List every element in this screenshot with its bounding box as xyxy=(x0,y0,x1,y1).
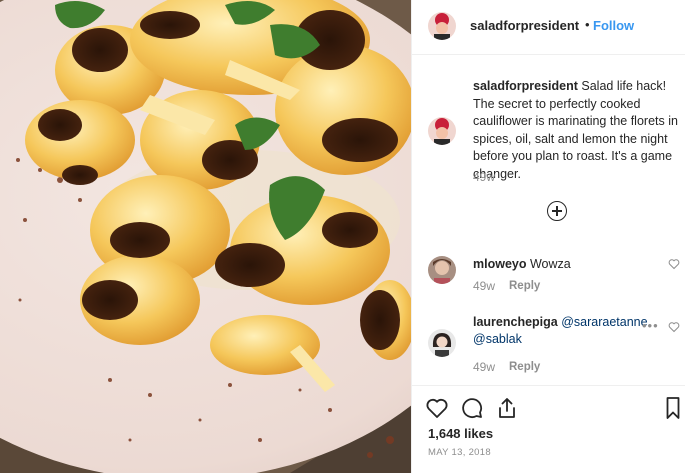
caption-username[interactable]: saladforpresident xyxy=(473,79,578,93)
comment-time[interactable]: 49w xyxy=(473,279,495,293)
reply-button[interactable]: Reply xyxy=(509,361,540,373)
heart-icon[interactable] xyxy=(425,396,449,420)
more-options-icon[interactable]: ••• xyxy=(642,318,659,333)
post-side-panel: saladforpresident • Follow saladforpresi… xyxy=(411,0,685,473)
caption-avatar[interactable] xyxy=(428,117,456,145)
comment-text: laurenchepiga @sararaetanne @sablak xyxy=(473,314,663,348)
author-username[interactable]: saladforpresident xyxy=(470,18,579,33)
comment-icon[interactable] xyxy=(460,396,484,420)
mention-link[interactable]: @sararaetanne xyxy=(561,315,647,329)
commenter-avatar[interactable] xyxy=(428,256,456,284)
comment-username[interactable]: laurenchepiga xyxy=(473,315,558,329)
follow-button[interactable]: Follow xyxy=(593,18,634,33)
reply-button[interactable]: Reply xyxy=(509,280,540,292)
caption-body: Salad life hack! The secret to perfectly… xyxy=(473,79,678,181)
cauliflower-photo xyxy=(0,0,411,473)
bookmark-icon[interactable] xyxy=(666,396,680,420)
caption-text: saladforpresident Salad life hack! The s… xyxy=(473,78,681,183)
caption-time[interactable]: 49w xyxy=(473,170,495,184)
comment-like-heart-icon[interactable] xyxy=(668,321,680,333)
comment-time[interactable]: 49w xyxy=(473,360,495,374)
comment-like-heart-icon[interactable] xyxy=(668,258,680,270)
post-date: MAY 13, 2018 xyxy=(428,447,491,458)
comment-text: mloweyo Wowza xyxy=(473,256,648,273)
comment-body: Wowza xyxy=(529,257,571,271)
commenter-avatar[interactable] xyxy=(428,329,456,357)
load-more-comments-icon[interactable] xyxy=(547,201,567,221)
comment-username[interactable]: mloweyo xyxy=(473,257,527,271)
likes-count[interactable]: 1,648 likes xyxy=(428,426,493,441)
mention-link[interactable]: @sablak xyxy=(473,332,522,346)
post-image[interactable] xyxy=(0,0,411,473)
author-avatar[interactable] xyxy=(428,12,456,40)
follow-separator: • xyxy=(585,17,590,32)
share-icon[interactable] xyxy=(495,396,519,420)
action-bar: 1,648 likes MAY 13, 2018 xyxy=(412,385,685,474)
post-header: saladforpresident • Follow xyxy=(412,0,685,55)
